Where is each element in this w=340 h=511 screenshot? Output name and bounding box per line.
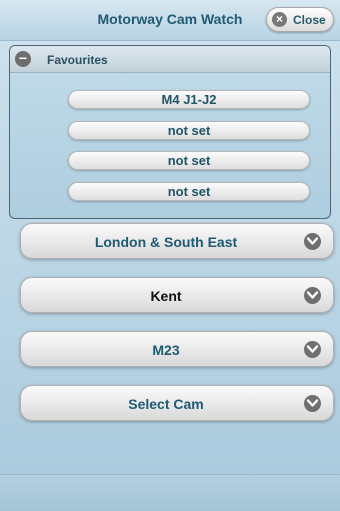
page-title: Motorway Cam Watch (97, 11, 243, 27)
favourite-item-3[interactable]: not set (68, 151, 310, 170)
region-select[interactable]: London & South East (20, 223, 334, 259)
close-button[interactable]: × Close (266, 7, 334, 32)
header-bar: Motorway Cam Watch × Close (0, 0, 340, 41)
footer-bar (0, 474, 340, 511)
county-select-label: Kent (150, 288, 182, 304)
road-select[interactable]: M23 (20, 331, 334, 367)
chevron-down-icon (304, 287, 321, 304)
minus-icon: − (15, 51, 31, 67)
camera-select-label: Select Cam (128, 396, 204, 412)
camera-select[interactable]: Select Cam (20, 385, 334, 421)
favourite-item-4[interactable]: not set (68, 182, 310, 201)
favourites-header[interactable]: − Favourites (10, 46, 330, 73)
favourites-title: Favourites (47, 53, 108, 67)
favourite-item-1[interactable]: M4 J1-J2 (68, 90, 310, 109)
favourite-item-2[interactable]: not set (68, 121, 310, 140)
road-select-label: M23 (152, 342, 180, 358)
county-select[interactable]: Kent (20, 277, 334, 313)
chevron-down-icon (304, 395, 321, 412)
favourites-panel: − Favourites M4 J1-J2 not set not set no… (9, 45, 331, 219)
close-label: Close (293, 13, 326, 27)
chevron-down-icon (304, 341, 321, 358)
region-select-label: London & South East (94, 234, 238, 250)
chevron-down-icon (304, 233, 321, 250)
close-icon: × (272, 12, 287, 27)
